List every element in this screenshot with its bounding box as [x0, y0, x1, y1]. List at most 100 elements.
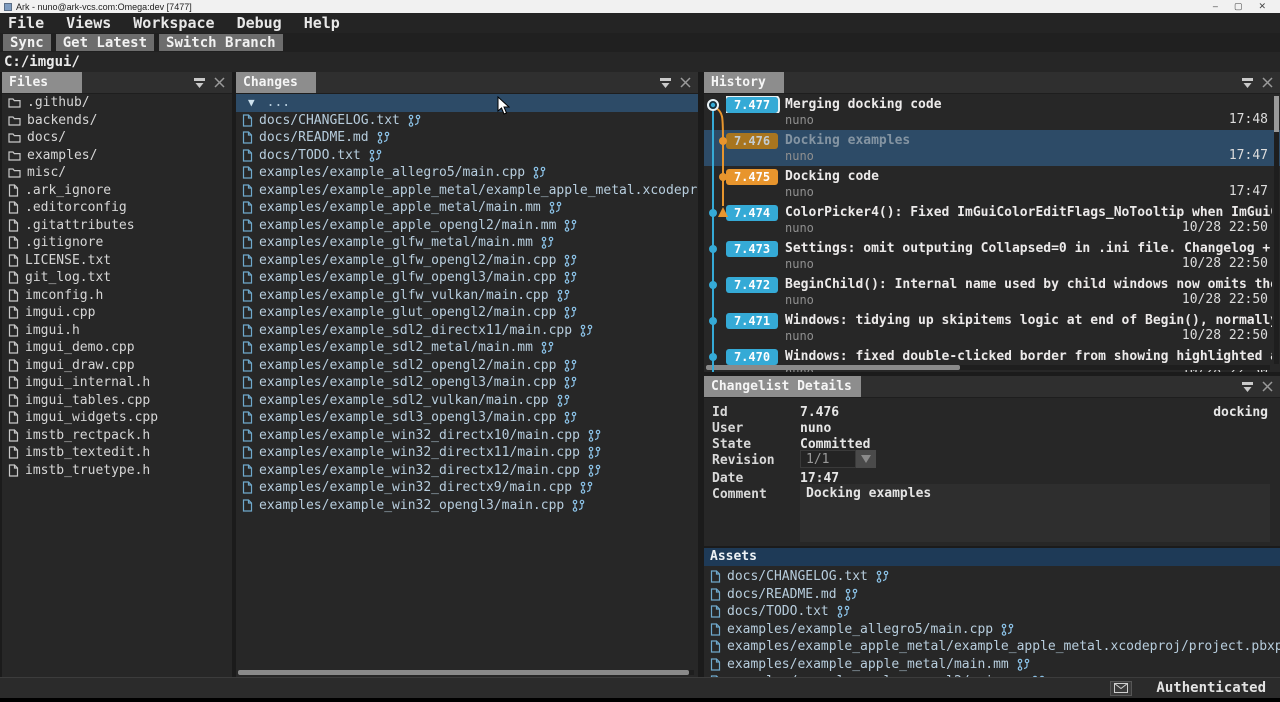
menu-workspace[interactable]: Workspace [133, 14, 214, 32]
menu-file[interactable]: File [8, 14, 44, 32]
list-item[interactable]: LICENSE.txt [2, 252, 232, 270]
switch-branch-button[interactable]: Switch Branch [159, 34, 283, 51]
list-item[interactable]: examples/example_win32_opengl3/main.cpp [236, 497, 698, 515]
menu-debug[interactable]: Debug [237, 14, 282, 32]
changes-hscrollbar[interactable] [238, 670, 694, 675]
revision-value[interactable]: 1/1 [800, 450, 856, 468]
list-item[interactable]: examples/example_apple_metal/main.mm [704, 656, 1280, 674]
list-item[interactable]: examples/example_glut_opengl2/main.cpp [236, 304, 698, 322]
list-item[interactable]: examples/example_apple_metal/example_app… [704, 638, 1280, 656]
comment-field[interactable]: Docking examples [800, 484, 1270, 542]
sync-button[interactable]: Sync [3, 34, 51, 51]
history-entry[interactable]: 7.474 ColorPicker4(): Fixed ImGuiColorEd… [704, 202, 1280, 238]
list-item[interactable]: examples/example_sdl2_vulkan/main.cpp [236, 392, 698, 410]
list-item[interactable]: examples/example_sdl2_opengl2/main.cpp [236, 357, 698, 375]
history-vscrollbar[interactable] [1274, 96, 1279, 364]
list-item[interactable]: .gitignore [2, 234, 232, 252]
list-item[interactable]: examples/example_glfw_opengl2/main.cpp [236, 252, 698, 270]
list-item[interactable]: examples/example_win32_directx9/main.cpp [236, 479, 698, 497]
list-item[interactable]: .ark_ignore [2, 182, 232, 200]
list-item[interactable]: docs/README.md [236, 129, 698, 147]
list-item[interactable]: imgui_widgets.cpp [2, 409, 232, 427]
list-item[interactable]: imstb_rectpack.h [2, 427, 232, 445]
close-panel-icon[interactable] [1262, 381, 1273, 392]
minimize-button[interactable]: – [1213, 0, 1218, 13]
list-item[interactable]: examples/example_sdl2_metal/main.mm [236, 339, 698, 357]
close-panel-icon[interactable] [680, 77, 691, 88]
changes-group-row[interactable]: ▼ ... [236, 94, 698, 112]
list-item[interactable]: examples/example_apple_metal/example_app… [236, 182, 698, 200]
list-item[interactable]: docs/README.md [704, 586, 1280, 604]
list-item[interactable]: examples/example_win32_directx10/main.cp… [236, 427, 698, 445]
filter-icon[interactable] [1241, 77, 1254, 89]
history-entry[interactable]: 7.473 Settings: omit outputing Collapsed… [704, 238, 1280, 274]
file-icon [242, 289, 253, 302]
history-entry[interactable]: 7.472 BeginChild(): Internal name used b… [704, 274, 1280, 310]
changeset-title: BeginChild(): Internal name used by chil… [785, 277, 1272, 292]
changeset-title: Windows: tidying up skipitems logic at e… [785, 313, 1272, 328]
list-item[interactable]: docs/ [2, 129, 232, 147]
list-item[interactable]: examples/example_win32_directx12/main.cp… [236, 462, 698, 480]
file-icon [710, 605, 721, 618]
history-entry[interactable]: 7.476 Docking examples nuno 17:47 [704, 130, 1280, 166]
list-item[interactable]: imconfig.h [2, 287, 232, 305]
get-latest-button[interactable]: Get Latest [56, 34, 154, 51]
file-name: examples/example_glut_opengl2/main.cpp [259, 305, 556, 320]
history-tab[interactable]: History [704, 72, 784, 93]
list-item[interactable]: imgui_demo.cpp [2, 339, 232, 357]
history-entry[interactable]: 7.471 Windows: tidying up skipitems logi… [704, 310, 1280, 346]
list-item[interactable]: docs/TODO.txt [236, 147, 698, 165]
list-item[interactable]: examples/example_sdl2_directx11/main.cpp [236, 322, 698, 340]
close-button[interactable]: ✕ [1258, 0, 1266, 13]
file-name: examples/example_sdl2_opengl2/main.cpp [259, 358, 556, 373]
file-icon [8, 446, 19, 459]
filter-icon[interactable] [193, 77, 206, 89]
list-item[interactable]: imgui_tables.cpp [2, 392, 232, 410]
list-item[interactable]: docs/TODO.txt [704, 603, 1280, 621]
list-item[interactable]: imgui_internal.h [2, 374, 232, 392]
list-item[interactable]: examples/example_win32_directx11/main.cp… [236, 444, 698, 462]
workspace-path[interactable]: C:/imgui/ [4, 54, 80, 70]
history-entry[interactable]: 7.477 Merging docking code nuno 17:48 [704, 94, 1280, 130]
changes-tab[interactable]: Changes [236, 72, 316, 93]
history-hscrollbar[interactable] [706, 365, 1270, 370]
menu-views[interactable]: Views [66, 14, 111, 32]
list-item[interactable]: imgui.h [2, 322, 232, 340]
list-item[interactable]: examples/example_apple_metal/main.mm [236, 199, 698, 217]
filter-icon[interactable] [1241, 381, 1254, 393]
list-item[interactable]: .gitattributes [2, 217, 232, 235]
maximize-button[interactable]: ▢ [1234, 0, 1243, 13]
history-entry[interactable]: 7.475 Docking code nuno 17:47 [704, 166, 1280, 202]
list-item[interactable]: docs/CHANGELOG.txt [236, 112, 698, 130]
list-item[interactable]: misc/ [2, 164, 232, 182]
list-item[interactable]: imstb_truetype.h [2, 462, 232, 480]
mail-icon[interactable] [1110, 681, 1132, 696]
chevron-down-icon[interactable]: ▼ [248, 96, 255, 109]
close-panel-icon[interactable] [214, 77, 225, 88]
changelist-details-tab[interactable]: Changelist Details [704, 376, 861, 397]
list-item[interactable]: examples/example_sdl3_opengl3/main.cpp [236, 409, 698, 427]
close-panel-icon[interactable] [1262, 77, 1273, 88]
list-item[interactable]: imstb_textedit.h [2, 444, 232, 462]
list-item[interactable]: imgui_draw.cpp [2, 357, 232, 375]
list-item[interactable]: backends/ [2, 112, 232, 130]
list-item[interactable]: .github/ [2, 94, 232, 112]
filter-icon[interactable] [659, 77, 672, 89]
menu-help[interactable]: Help [304, 14, 340, 32]
list-item[interactable]: docs/CHANGELOG.txt [704, 568, 1280, 586]
list-item[interactable]: examples/ [2, 147, 232, 165]
list-item[interactable]: examples/example_glfw_opengl3/main.cpp [236, 269, 698, 287]
list-item[interactable]: git_log.txt [2, 269, 232, 287]
list-item[interactable]: examples/example_allegro5/main.cpp [704, 621, 1280, 639]
list-item[interactable]: examples/example_glfw_metal/main.mm [236, 234, 698, 252]
list-item[interactable]: examples/example_glfw_vulkan/main.cpp [236, 287, 698, 305]
list-item[interactable]: imgui.cpp [2, 304, 232, 322]
list-item[interactable]: .editorconfig [2, 199, 232, 217]
file-icon [8, 289, 19, 302]
list-item[interactable]: examples/example_allegro5/main.cpp [236, 164, 698, 182]
revision-dropdown-button[interactable] [856, 450, 876, 468]
file-name: docs/TODO.txt [259, 148, 361, 163]
list-item[interactable]: examples/example_sdl2_opengl3/main.cpp [236, 374, 698, 392]
files-tab[interactable]: Files [2, 72, 82, 93]
list-item[interactable]: examples/example_apple_opengl2/main.mm [236, 217, 698, 235]
